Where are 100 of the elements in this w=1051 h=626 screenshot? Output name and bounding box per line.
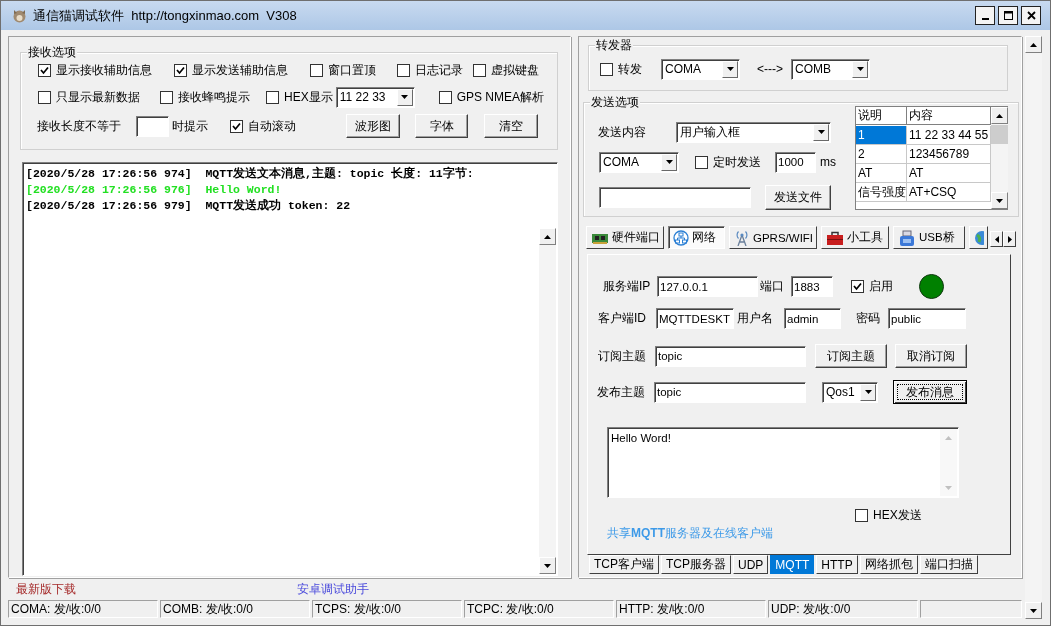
input-field[interactable]: topic (654, 381, 806, 403)
tab[interactable]: HTTP (816, 555, 858, 574)
checkbox[interactable]: HEX发送 (855, 506, 922, 524)
checkbox[interactable]: 接收蜂鸣提示 (160, 88, 255, 106)
network-icon (673, 229, 689, 246)
checkbox[interactable]: 定时发送 (695, 153, 765, 171)
scroll-up-icon (945, 435, 952, 440)
dropdown[interactable]: COMA (661, 58, 740, 80)
tab[interactable]: 网络 (668, 226, 725, 249)
checkbox[interactable]: 虚拟键盘 (473, 61, 545, 79)
caret-icon (864, 390, 872, 394)
caret-icon (401, 95, 409, 99)
caret-icon (726, 67, 734, 71)
tab[interactable]: USB桥 (893, 226, 965, 249)
table-cell[interactable]: 信号强度 (856, 183, 907, 202)
dropdown[interactable]: Qos1 (822, 381, 878, 403)
log-line: [2020/5/28 17:26:56 976] Hello Word! (26, 182, 283, 198)
tab[interactable]: 网络抓包 (859, 555, 918, 574)
antenna-icon (734, 229, 750, 246)
field-label: 发送内容 (598, 123, 647, 141)
input-field[interactable]: topic (655, 345, 806, 367)
input-field[interactable]: 1883 (791, 276, 833, 297)
checkbox[interactable]: 自动滚动 (230, 117, 302, 135)
scroll-thumb[interactable] (991, 125, 1008, 144)
font-button[interactable]: 字体 (415, 114, 468, 138)
check-icon (232, 121, 241, 131)
right-arrow-icon (1007, 235, 1012, 243)
window-title: 通信猫调试软件 http://tongxinmao.com V308 (33, 6, 297, 25)
group-title: 发送选项 (590, 95, 640, 109)
close-button[interactable] (1021, 6, 1041, 25)
close-icon (1026, 11, 1036, 20)
field-label: 端口 (760, 278, 785, 295)
waveform-button[interactable]: 波形图 (346, 114, 400, 138)
log-line: [2020/5/28 17:26:56 979] MQTT发送成功 token: 22 (26, 198, 352, 214)
checkbox[interactable]: 窗口置顶 (310, 61, 385, 79)
dropdown[interactable]: COMA (599, 151, 679, 173)
tab[interactable]: UDP (733, 555, 769, 574)
link[interactable]: 安卓调试助手 (297, 580, 369, 598)
minimize-button[interactable] (975, 6, 995, 25)
field-label: ms (820, 155, 836, 169)
link[interactable]: 最新版下载 (16, 580, 76, 598)
checkbox[interactable]: HEX显示 (266, 88, 333, 106)
table-cell[interactable]: 2 (856, 145, 907, 164)
group-title: 转发器 (595, 38, 633, 52)
field-label: 发布主题 (597, 383, 646, 401)
dropdown[interactable]: 用户输入框 (676, 121, 831, 143)
checkbox[interactable]: GPS NMEA解析 (438, 88, 545, 106)
scroll-down-icon (996, 198, 1003, 203)
tab[interactable]: 硬件端口 (586, 226, 664, 249)
tab[interactable]: 端口扫描 (919, 555, 978, 574)
checkbox[interactable]: 转发 (600, 60, 650, 78)
scroll-right-button[interactable] (1003, 231, 1016, 247)
input-field[interactable] (599, 187, 751, 208)
field-label: 密码 (856, 310, 881, 327)
tab[interactable]: GPRS/WIFI (729, 226, 817, 249)
toolbox-icon (826, 229, 844, 246)
status-pane: UDP: 发/收:0/0 (768, 600, 918, 618)
column-header[interactable]: 说明 (856, 107, 907, 125)
status-pane: TCPS: 发/收:0/0 (312, 600, 462, 618)
input-field[interactable]: MQTTDESKT (656, 308, 734, 329)
input-field[interactable]: 1000 (775, 151, 816, 173)
input-field[interactable]: admin (784, 308, 841, 329)
dropdown[interactable]: 11 22 33 (335, 86, 415, 108)
status-pane: COMB: 发/收:0/0 (160, 600, 310, 618)
field-label: 时提示 (172, 117, 209, 135)
caret-icon (665, 160, 673, 164)
send-file-button[interactable]: 发送文件 (765, 185, 831, 210)
caret-icon (817, 130, 825, 134)
maximize-button[interactable] (998, 6, 1018, 25)
input-field[interactable] (136, 115, 169, 137)
field-label: 服务端IP (603, 278, 652, 295)
tab[interactable]: TCP客户端 (589, 555, 659, 574)
checkbox[interactable]: 日志记录 (397, 61, 467, 79)
group-title: 接收选项 (27, 45, 77, 59)
field-label: 接收长度不等于 (37, 117, 122, 135)
unsubscribe-button[interactable]: 取消订阅 (895, 344, 967, 368)
tab[interactable]: TCP服务器 (661, 555, 731, 574)
checkbox[interactable]: 启用 (851, 278, 896, 295)
input-field[interactable]: public (888, 308, 966, 329)
usb-drive-icon (898, 229, 916, 246)
subscribe-button[interactable]: 订阅主题 (815, 344, 887, 368)
publish-button[interactable]: 发布消息 (893, 380, 967, 404)
log-line: [2020/5/28 17:26:56 974] MQTT发送文本消息,主题: topic 长度: 11字节: (26, 166, 475, 182)
dropdown[interactable]: COMB (791, 58, 870, 80)
scroll-left-button[interactable] (990, 231, 1003, 247)
clear-button[interactable]: 清空 (484, 114, 538, 138)
field-label: 客户端ID (598, 310, 647, 327)
table-cell[interactable]: AT (856, 164, 907, 183)
check-icon (40, 65, 49, 75)
checkbox[interactable]: 只显示最新数据 (38, 88, 148, 106)
scroll-up-icon (996, 113, 1003, 118)
checkbox[interactable]: 显示发送辅助信息 (174, 61, 299, 79)
tab[interactable]: 小工具 (821, 226, 889, 249)
checkbox[interactable]: 显示接收辅助信息 (38, 61, 163, 79)
tab[interactable]: MQTT (770, 555, 815, 574)
input-field[interactable]: 127.0.0.1 (657, 276, 758, 297)
caret-icon (856, 67, 864, 71)
cat-icon (12, 8, 27, 23)
field-label: 订阅主题 (598, 347, 647, 365)
table-cell[interactable]: 1 (856, 126, 907, 145)
